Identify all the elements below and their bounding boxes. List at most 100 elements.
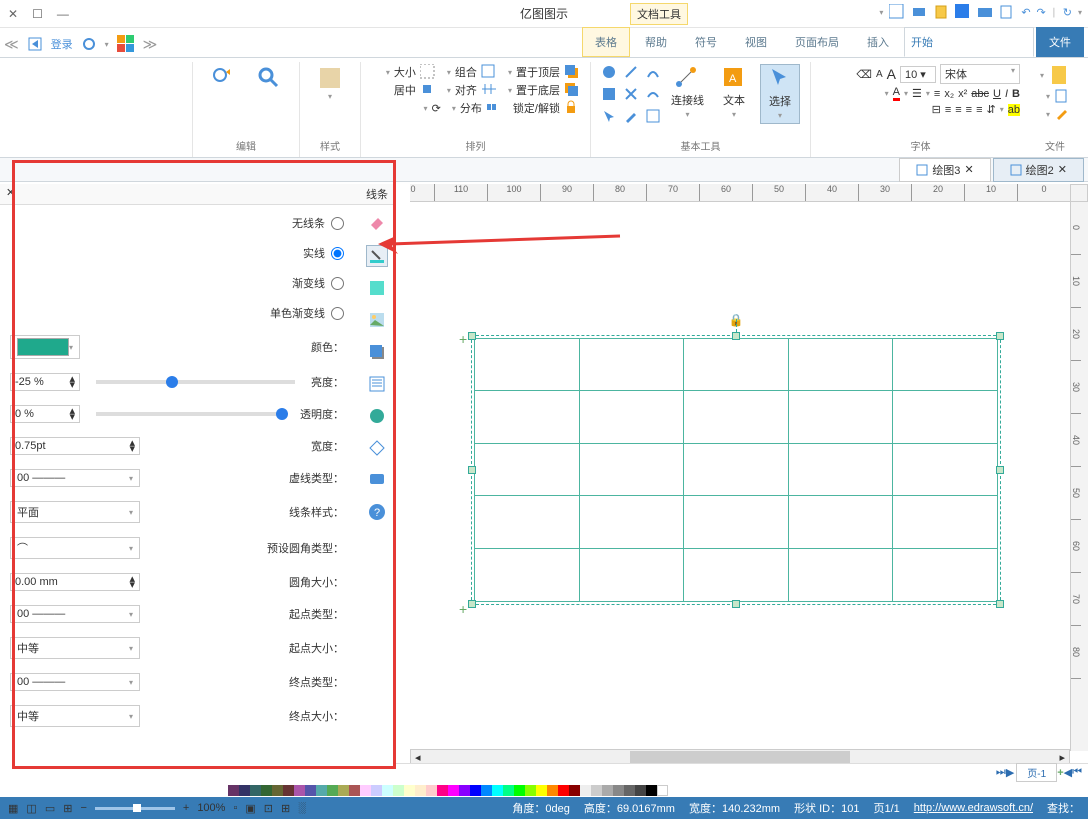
back-icon[interactable] — [564, 82, 580, 98]
highlight-icon[interactable]: ab — [1008, 104, 1020, 116]
strike-icon[interactable]: abc — [971, 88, 989, 100]
status-url[interactable]: http://www.edrawsoft.cn/ — [914, 802, 1033, 814]
shadow-icon[interactable] — [366, 341, 388, 363]
close-icon[interactable]: ✕ — [1058, 163, 1067, 176]
diamond-icon[interactable] — [366, 437, 388, 459]
zoom-slider[interactable] — [95, 807, 175, 810]
width-value[interactable]: 0.75pt▴▾ — [10, 437, 140, 455]
page-next-icon[interactable]: ▶ — [1006, 766, 1014, 779]
numbers-icon[interactable]: ☰ — [912, 87, 922, 100]
page-first-icon[interactable]: ⏮ — [1072, 766, 1082, 779]
clear-format-icon[interactable]: ⌫ — [856, 68, 872, 81]
lock-icon[interactable] — [564, 100, 580, 116]
view-layout4-icon[interactable]: ⊞ — [63, 802, 72, 815]
connector-tool-icon[interactable] — [675, 66, 699, 90]
font-size-select[interactable]: 10 ▾ — [900, 66, 936, 83]
brightness-value[interactable]: -25 %▴▾ — [10, 373, 80, 391]
fill-gradient-radio[interactable]: 渐变线 — [10, 275, 344, 291]
text-prop-icon[interactable] — [366, 373, 388, 395]
shape-arc-icon[interactable] — [645, 64, 661, 80]
corner-type-select[interactable]: ⌒▾ — [10, 537, 140, 559]
doc-tab-2[interactable]: 绘图2✕ — [993, 158, 1084, 182]
qat-redo2-icon[interactable]: ↻ — [1063, 6, 1072, 19]
fill-mono-radio[interactable]: 单色渐变线 — [10, 305, 344, 321]
combine-icon[interactable] — [481, 64, 497, 80]
opacity-slider[interactable] — [96, 412, 284, 416]
view-mode4-icon[interactable]: ⊞ — [281, 802, 290, 815]
line-icon[interactable] — [366, 245, 388, 267]
view-mode2-icon[interactable]: ▣ — [245, 802, 255, 815]
chat-icon[interactable] — [366, 469, 388, 491]
brightness-slider[interactable] — [96, 380, 295, 384]
align-icon[interactable] — [481, 82, 497, 98]
page-prev-icon[interactable]: ◀ — [1064, 766, 1072, 779]
qat-new-icon[interactable] — [999, 4, 1015, 20]
fill-bucket-icon[interactable] — [366, 213, 388, 235]
view-layout3-icon[interactable]: ▭ — [45, 802, 55, 815]
shape-circle-icon[interactable] — [601, 64, 617, 80]
qat-save-icon[interactable] — [955, 4, 971, 20]
expand-ribbon-icon[interactable]: ≫ — [143, 36, 158, 53]
globe-icon[interactable] — [366, 405, 388, 427]
page-last-icon[interactable]: ⏭ — [996, 766, 1006, 779]
line-style-select[interactable]: 平面▾ — [10, 501, 140, 523]
fill-solid-icon[interactable] — [366, 277, 388, 299]
view-layout1-icon[interactable]: ▦ — [8, 802, 18, 815]
close-icon[interactable]: ✕ — [964, 163, 973, 176]
add-col-icon[interactable]: + — [459, 331, 467, 347]
page-tab-1[interactable]: 页-1 — [1016, 763, 1057, 782]
brush-icon[interactable] — [1054, 106, 1070, 122]
underline-icon[interactable]: U — [993, 88, 1001, 100]
select-tool-icon[interactable] — [768, 67, 792, 91]
login-button[interactable]: 登录 — [51, 36, 73, 52]
color-value[interactable]: ▾ — [10, 335, 80, 359]
tab-view[interactable]: 视图 — [732, 27, 780, 57]
start-type-select[interactable]: 00 ———▾ — [10, 605, 140, 623]
tab-start[interactable]: 开始 — [904, 27, 1034, 57]
end-type-select[interactable]: 00 ———▾ — [10, 673, 140, 691]
copy-icon[interactable] — [1054, 88, 1070, 104]
align-left-icon[interactable]: ≡ — [976, 104, 982, 116]
dash-type-select[interactable]: 00 ———▾ — [10, 469, 140, 487]
image-icon[interactable] — [366, 309, 388, 331]
text-tool-icon[interactable]: A — [722, 66, 746, 90]
qat-undo-icon[interactable]: ↶ — [1021, 6, 1030, 19]
font-dec-icon[interactable]: A — [876, 69, 883, 80]
shape-square-icon[interactable] — [601, 86, 617, 102]
shape-line-icon[interactable] — [623, 64, 639, 80]
align-right-icon[interactable]: ≡ — [955, 104, 961, 116]
view-mode3-icon[interactable]: ⊡ — [264, 802, 273, 815]
qat-doc-icon[interactable] — [933, 4, 949, 20]
sub-icon[interactable]: x₂ — [944, 88, 954, 100]
shape-curve-icon[interactable] — [645, 86, 661, 102]
font-inc-icon[interactable]: A — [887, 66, 896, 82]
tab-file[interactable]: 文件 — [1036, 27, 1084, 57]
zoom-out-icon[interactable]: − — [80, 802, 86, 814]
style-icon[interactable] — [318, 66, 342, 90]
shape-pointer-icon[interactable] — [601, 108, 617, 124]
view-layout2-icon[interactable]: ◫ — [26, 802, 36, 815]
italic-icon[interactable]: I — [1005, 88, 1008, 100]
shape-text-icon[interactable] — [645, 108, 661, 124]
opacity-value[interactable]: 0 %▴▾ — [10, 405, 80, 423]
super-icon[interactable]: x² — [958, 88, 967, 100]
view-mode1-icon[interactable]: ▫ — [233, 802, 237, 814]
tab-insert[interactable]: 插入 — [854, 27, 902, 57]
zoom-in-icon[interactable]: + — [183, 802, 189, 814]
end-size-select[interactable]: 中等▾ — [10, 705, 140, 727]
qat-more-icon[interactable]: ▾ — [879, 8, 883, 17]
window-maximize-icon[interactable]: ☐ — [32, 7, 43, 21]
font-color-icon[interactable]: A — [893, 86, 900, 101]
bullets-icon[interactable]: ≡ — [934, 88, 940, 100]
replace-icon[interactable] — [211, 66, 235, 90]
fill-none-radio[interactable]: 无线条 — [10, 215, 344, 231]
table-shape[interactable]: 🔒 + + — [474, 338, 998, 602]
tab-table[interactable]: 表格 — [582, 27, 630, 57]
valign-icon[interactable]: ⊟ — [932, 103, 941, 116]
add-row-icon[interactable]: + — [459, 601, 467, 617]
collapse-ribbon-icon[interactable]: ≪ — [4, 36, 19, 53]
qat-link-icon[interactable] — [889, 4, 905, 20]
gear-icon[interactable] — [81, 36, 97, 52]
doc-tab-3[interactable]: 绘图3✕ — [899, 158, 990, 182]
qat-redo-icon[interactable]: ↷ — [1037, 6, 1046, 19]
